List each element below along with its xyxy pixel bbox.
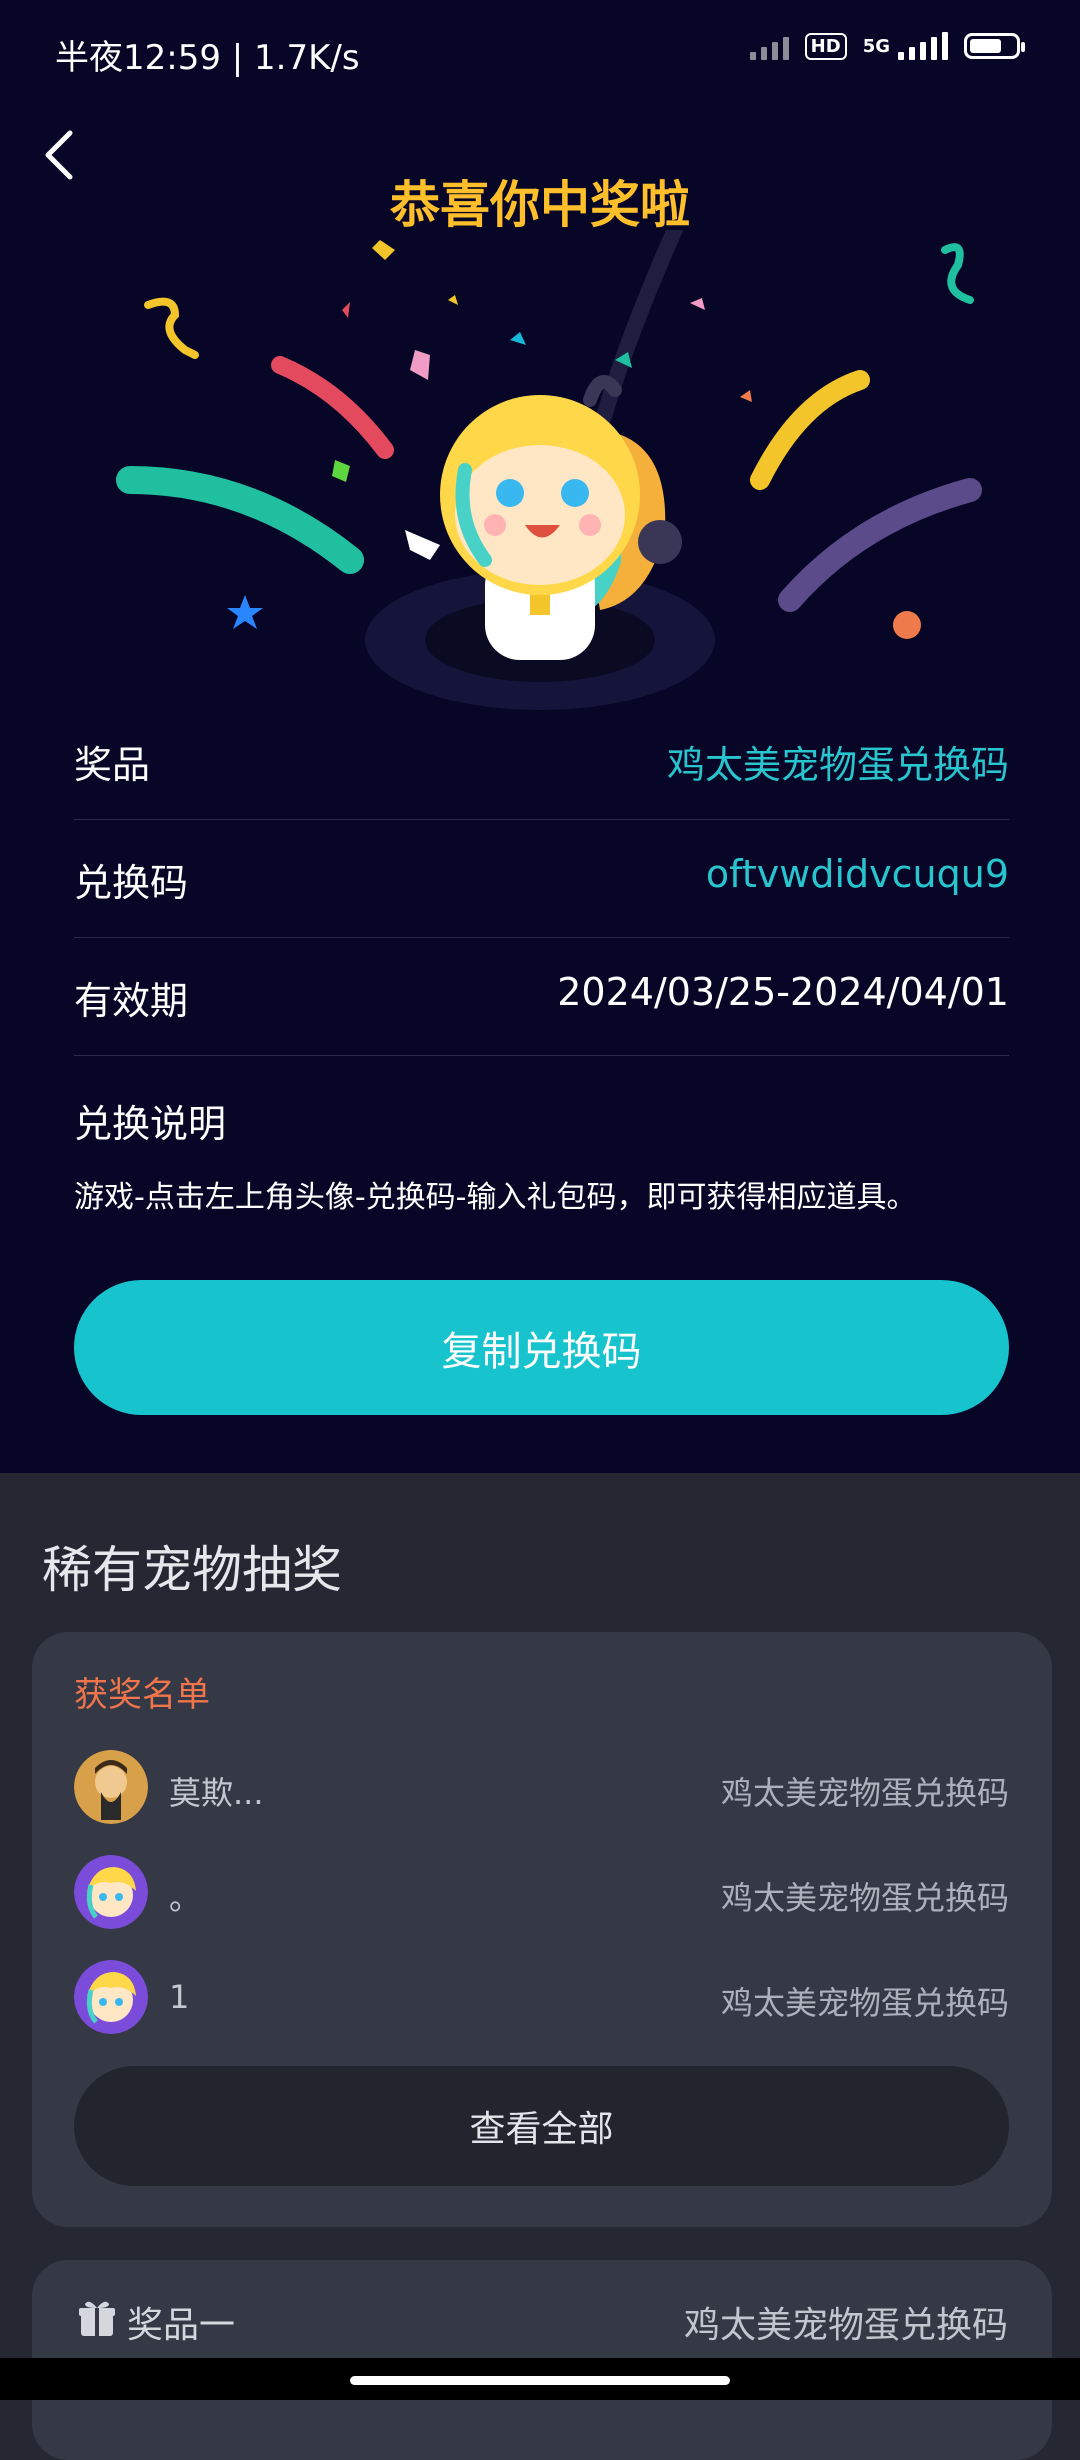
avatar	[74, 1960, 148, 2034]
validity-label: 有效期	[74, 979, 189, 1023]
code-label: 兑换码	[74, 861, 189, 905]
copy-code-button[interactable]: 复制兑换码	[74, 1280, 1009, 1415]
validity-value: 2024/03/25-2024/04/01	[557, 970, 1009, 1014]
gift-icon	[79, 2301, 115, 2336]
prize-item-name: 奖品一	[127, 2305, 236, 2346]
validity-row: 有效期 2024/03/25-2024/04/01	[74, 938, 1009, 1056]
battery-icon	[964, 33, 1025, 59]
battery-level	[970, 39, 1001, 53]
status-icons: HD 5G	[749, 32, 1025, 60]
signal-icon	[898, 32, 948, 60]
prize-row: 奖品 鸡太美宠物蛋兑换码	[74, 702, 1009, 820]
winner-name: 莫欺...	[169, 1774, 264, 1812]
winner-name: 1	[169, 1978, 190, 2016]
winner-row: 。 鸡太美宠物蛋兑换码	[74, 1855, 1009, 1931]
winners-title: 获奖名单	[74, 1675, 210, 1715]
avatar	[74, 1750, 148, 1824]
code-row: 兑换码 oftvwdidvcuqu9	[74, 820, 1009, 938]
winners-card: 获奖名单 莫欺... 鸡太美宠物蛋兑换码 。 鸡太美宠物蛋兑换码 1 鸡太美宠物…	[32, 1632, 1052, 2227]
code-value[interactable]: oftvwdidvcuqu9	[706, 852, 1009, 896]
winner-name: 。	[169, 1879, 202, 1917]
signal-sim2-icon	[749, 32, 789, 60]
instructions-title: 兑换说明	[74, 1102, 227, 1146]
prize-label: 奖品	[74, 743, 151, 787]
status-bar: 半夜12:59 | 1.7K/s HD 5G	[0, 0, 1080, 100]
page-title: 恭喜你中奖啦	[390, 176, 690, 234]
winner-row: 莫欺... 鸡太美宠物蛋兑换码	[74, 1750, 1009, 1826]
prize-value: 鸡太美宠物蛋兑换码	[666, 743, 1009, 787]
status-time: 半夜12:59 | 1.7K/s	[55, 38, 360, 78]
celebration-mascot-illustration	[116, 230, 982, 710]
home-gesture-handle[interactable]	[350, 2376, 730, 2385]
view-all-button[interactable]: 查看全部	[74, 2066, 1009, 2186]
winner-prize: 鸡太美宠物蛋兑换码	[720, 1774, 1009, 1812]
prize-item-value: 鸡太美宠物蛋兑换码	[683, 2305, 1008, 2346]
instructions-text: 游戏-点击左上角头像-兑换码-输入礼包码，即可获得相应道具。	[74, 1180, 917, 1215]
top-panel: 半夜12:59 | 1.7K/s HD 5G 恭喜你中奖啦 奖品 鸡太美宠物蛋兑…	[0, 0, 1080, 1473]
lottery-section-title: 稀有宠物抽奖	[42, 1541, 342, 1599]
navigation-bar	[0, 2358, 1080, 2400]
winner-row: 1 鸡太美宠物蛋兑换码	[74, 1960, 1009, 2036]
network-label: 5G	[862, 35, 890, 57]
hd-badge: HD	[804, 32, 847, 60]
avatar	[74, 1855, 148, 1929]
winner-prize: 鸡太美宠物蛋兑换码	[720, 1879, 1009, 1917]
winner-prize: 鸡太美宠物蛋兑换码	[720, 1984, 1009, 2022]
